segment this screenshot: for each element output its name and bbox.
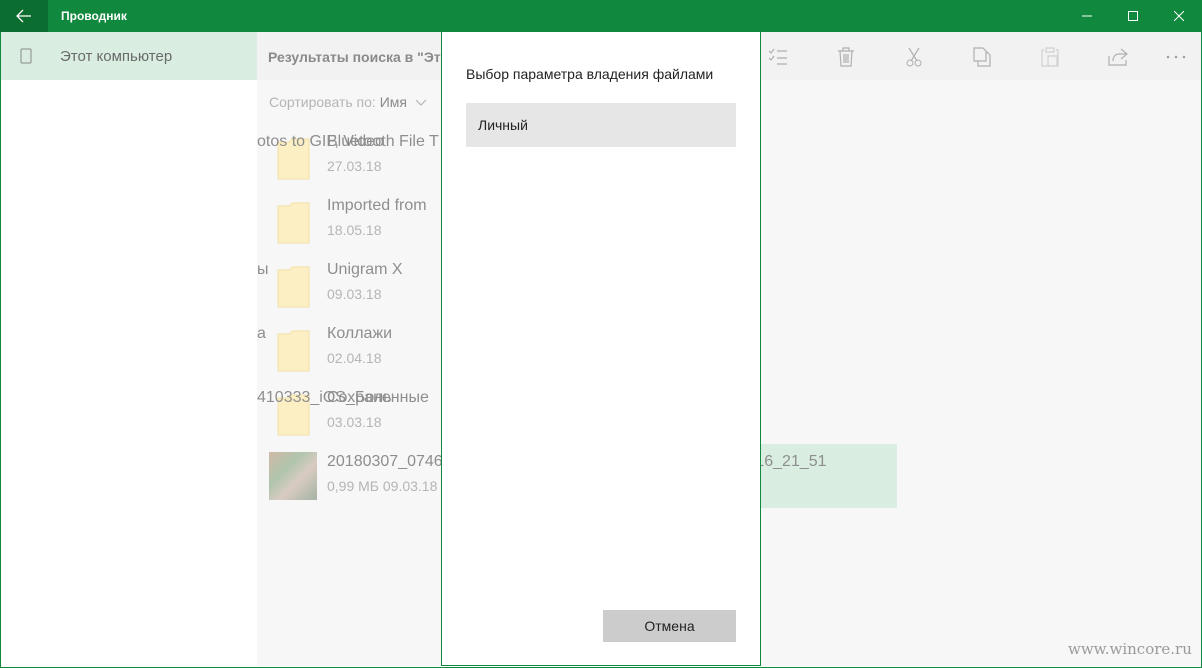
folder-icon (277, 266, 310, 308)
folder-icon (277, 330, 310, 372)
chevron-down-icon (415, 99, 427, 106)
file-name: 20180307_0746 (327, 453, 443, 470)
app-title: Проводник (61, 9, 127, 23)
minimize-icon (1082, 15, 1092, 17)
delete-icon[interactable] (834, 45, 858, 69)
file-meta: 03.03.18 (327, 414, 382, 430)
cancel-button[interactable]: Отмена (603, 610, 736, 642)
more-icon[interactable] (1164, 45, 1188, 69)
copy-icon[interactable] (970, 45, 994, 69)
title-bar: Проводник (0, 0, 1202, 32)
watermark: www.wincore.ru (1068, 640, 1192, 658)
sort-label: Сортировать по: (269, 94, 376, 110)
photo-thumbnail (269, 452, 317, 500)
back-arrow-icon (16, 9, 31, 23)
sidebar-item-label: Этот компьютер (60, 47, 173, 65)
file-name-right: ы (257, 261, 269, 278)
cut-icon[interactable] (902, 45, 926, 69)
file-meta: 0,99 МБ 09.03.18 (327, 478, 438, 494)
maximize-button[interactable] (1110, 0, 1156, 32)
maximize-icon (1128, 11, 1138, 21)
paste-icon (1038, 45, 1062, 69)
file-name-right: 410333_iOS_Боль (257, 389, 392, 406)
file-meta: 18.05.18 (327, 222, 382, 238)
device-icon (19, 48, 33, 64)
option-label: Личный (478, 117, 528, 133)
ownership-dialog: Выбор параметра владения файлами Личный … (441, 32, 761, 666)
search-results-title: Результаты поиска в "Это (268, 49, 448, 65)
close-icon (1174, 11, 1184, 21)
sidebar: Этот компьютер (1, 32, 257, 666)
file-meta: 02.04.18 (327, 350, 382, 366)
sort-value: Имя (379, 94, 407, 110)
file-name-right: otos to GIF, Video (257, 133, 384, 150)
file-name: Imported from (327, 197, 427, 214)
back-button[interactable] (0, 0, 48, 32)
close-button[interactable] (1156, 0, 1202, 32)
dialog-title: Выбор параметра владения файлами (466, 66, 714, 82)
sort-control[interactable]: Сортировать по: Имя (269, 94, 427, 110)
sidebar-item-this-pc[interactable]: Этот компьютер (1, 32, 257, 80)
ownership-option-personal[interactable]: Личный (466, 103, 736, 147)
file-meta: 09.03.18 (327, 286, 382, 302)
share-icon[interactable] (1106, 45, 1130, 69)
file-name-right: а (257, 325, 266, 342)
file-name: Коллажи (327, 325, 393, 342)
folder-icon (277, 202, 310, 244)
select-icon[interactable] (766, 45, 790, 69)
minimize-button[interactable] (1064, 0, 1110, 32)
file-name: Unigram X (327, 261, 403, 278)
list-item-selected[interactable]: e 16_21_51 (742, 444, 897, 508)
file-meta: 27.03.18 (327, 158, 382, 174)
